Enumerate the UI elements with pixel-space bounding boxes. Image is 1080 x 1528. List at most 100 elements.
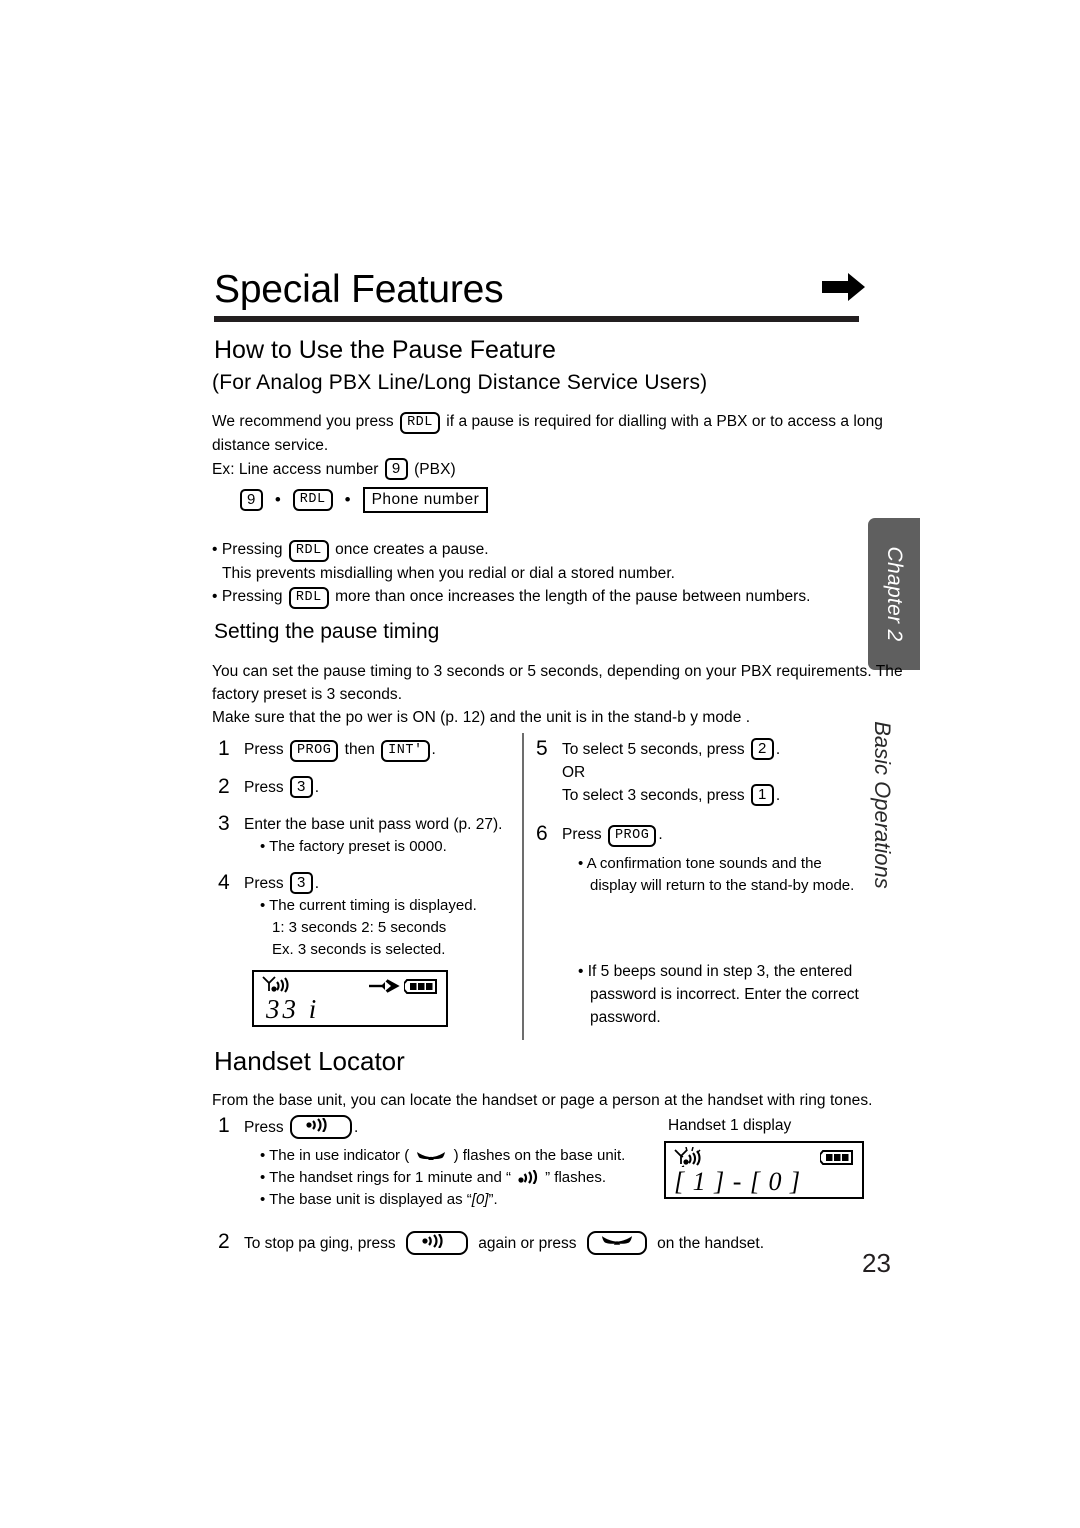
step-5-line2: OR — [562, 764, 586, 781]
note-line-1: • If 5 beeps sound in step 3, the entere… — [578, 963, 853, 980]
pause-intro-paragraph: We recommend you press RDL if a pause is… — [212, 410, 883, 457]
step-4-text-a: Press — [244, 875, 284, 892]
locator-step-2-text-c: on the handset. — [657, 1235, 765, 1252]
step-4-text-c: . — [314, 875, 320, 892]
chapter-subtitle-label: Basic Operations — [870, 721, 895, 889]
pause-dial-sequence: 9 • RDL • Phone number — [238, 487, 490, 513]
step-1-text-b: then — [344, 741, 375, 758]
timing-line-1: You can set the pause timing to 3 second… — [212, 663, 903, 680]
locator-bullet-2: • The handset rings for 1 minute and “ ”… — [260, 1169, 606, 1186]
step-5-line1-a: To select 5 seconds, press — [562, 741, 745, 758]
section-title-pause-timing: Setting the pause timing — [214, 620, 440, 643]
locator-step-1: 1 Press . • The in use indicator () fla… — [218, 1114, 688, 1211]
section-subtitle-pause: (For Analog PBX Line/Long Distance Servi… — [212, 371, 708, 394]
step-5-line3-a: To select 3 seconds, press — [562, 787, 745, 804]
timing-line-3: Make sure that the po wer is ON (p. 12) … — [212, 709, 751, 726]
key-rdl: RDL — [400, 412, 440, 434]
handset-in-use-icon — [413, 1147, 453, 1164]
page-speaker-icon-2 — [405, 1231, 468, 1255]
seq-key-9: 9 — [240, 489, 263, 511]
bullet-2-post: more than once increases the length of t… — [335, 588, 811, 605]
chapter-tab-label: Chapter 2 — [883, 546, 906, 642]
step-6-number: 6 — [536, 822, 548, 845]
bullet-1-key: RDL — [288, 540, 329, 562]
pause-timing-steps-left: 1 Press PROG then INT'. 2 Press 3. 3 Ent… — [218, 737, 513, 975]
step-5-line3-b: . — [775, 787, 781, 804]
step-2: 2 Press 3. — [218, 775, 513, 799]
step-1: 1 Press PROG then INT'. — [218, 737, 513, 762]
section-title-pause: How to Use the Pause Feature — [214, 336, 556, 364]
step-5-number: 5 — [536, 737, 548, 760]
bullet-2-key: RDL — [288, 587, 329, 609]
manual-page: Chapter 2 Basic Operations Special Featu… — [0, 0, 1080, 1528]
lcd-status-row-handset — [674, 1146, 854, 1168]
column-divider — [522, 733, 524, 1040]
lcd-status-row — [262, 975, 438, 995]
seq-separator-2: • — [344, 490, 351, 509]
battery-full-icon-handset — [819, 1150, 854, 1170]
key-2: 2 — [750, 738, 774, 760]
step-6: 6 Press PROG. • A confirmation tone soun… — [536, 822, 861, 897]
lcd-display-timing: 33 i — [252, 970, 448, 1027]
locator-bullet-3: • The base unit is displayed as “[0]”. — [260, 1191, 498, 1208]
locator-step-2-number: 2 — [218, 1230, 230, 1253]
chapter-subtitle: Basic Operations — [852, 690, 912, 920]
step-3: 3 Enter the base unit pass word (p. 27).… — [218, 812, 513, 858]
seq-key-phone-number: Phone number — [362, 487, 489, 513]
example-text-before: Ex: Line access number — [212, 461, 379, 478]
locator-step-2: 2 To stop pa ging, press again or press — [218, 1230, 765, 1255]
step-6-text-c: . — [658, 826, 663, 843]
seq-separator-1: • — [274, 490, 281, 509]
timing-line-2: factory preset is 3 seconds. — [212, 686, 403, 703]
step-1-text-a: Press — [244, 741, 284, 758]
lcd-display-handset: [ 1 ] - [ 0 ] — [664, 1141, 864, 1199]
lcd-handset-value: [ 1 ] - [ 0 ] — [674, 1167, 802, 1196]
note-line-2: password is incorrect. Enter the correct — [590, 986, 859, 1003]
step-4-sub-2: 1: 3 seconds 2: 5 seconds — [272, 919, 447, 936]
step-3-sub-1: • The factory preset is 0000. — [260, 838, 447, 855]
title-rule — [214, 316, 859, 322]
key-prog-step6: PROG — [607, 825, 657, 847]
key-3-step2: 3 — [289, 776, 313, 798]
lcd-timing-value: 33 i — [266, 994, 320, 1024]
page-number: 23 — [862, 1248, 891, 1278]
pause-timing-steps-right: 5 To select 5 seconds, press 2. OR To se… — [536, 737, 861, 911]
locator-intro-line: From the base unit, you can locate the h… — [212, 1092, 873, 1109]
right-arrow-outline-icon — [368, 978, 400, 999]
pause-timing-paragraph: You can set the pause timing to 3 second… — [212, 660, 903, 729]
intro-line-2: distance service. — [212, 437, 329, 454]
step-2-text-a: Press — [244, 779, 284, 796]
base-unit-code: [0] — [471, 1191, 489, 1208]
handset-locator-steps: 1 Press . • The in use indicator () fla… — [218, 1114, 764, 1269]
step-6-text-a: Press — [562, 826, 602, 843]
bullet-1-second-line: This prevents misdialling when you redia… — [222, 565, 676, 582]
step-4-sub-3: Ex. 3 seconds is selected. — [272, 941, 446, 958]
step-4-number: 4 — [218, 871, 230, 894]
bullet-1-post: once creates a pause. — [335, 541, 489, 558]
locator-step-2-text-b: again or press — [478, 1235, 577, 1252]
step-5: 5 To select 5 seconds, press 2. OR To se… — [536, 737, 861, 807]
ringing-waves-icon — [511, 1169, 545, 1186]
locator-step-2-text-a: To stop pa ging, press — [244, 1235, 396, 1252]
locator-bullet-1: • The in use indicator ( ) flashes on th… — [260, 1147, 626, 1164]
battery-full-icon — [403, 979, 438, 999]
step-6-sub-1: • A confirmation tone sounds and the — [578, 855, 822, 872]
seq-key-rdl: RDL — [292, 489, 333, 511]
note-line-3: password. — [590, 1009, 661, 1026]
key-1: 1 — [750, 784, 774, 806]
step-4: 4 Press 3. • The current timing is displ… — [218, 871, 513, 961]
step-6-sub-2: display will return to the stand-by mode… — [590, 877, 855, 894]
step-1-text-c: . — [431, 741, 436, 758]
intro-text-before: We recommend you press — [212, 413, 394, 430]
section-title-handset-locator: Handset Locator — [214, 1046, 405, 1076]
pause-timing-note: • If 5 beeps sound in step 3, the entere… — [578, 960, 873, 1029]
key-int: INT' — [381, 740, 430, 762]
page-speaker-icon — [289, 1115, 352, 1139]
chapter-tab: Chapter 2 — [868, 518, 920, 670]
bullet-1-pre: • Pressing — [212, 541, 283, 558]
step-3-text: Enter the base unit pass word (p. 27). — [244, 816, 503, 833]
handset-in-use-icon-2 — [586, 1231, 647, 1255]
bullet-2-pre: • Pressing — [212, 588, 283, 605]
handset-locator-intro: From the base unit, you can locate the h… — [212, 1089, 872, 1112]
step-5-line1-b: . — [775, 741, 781, 758]
